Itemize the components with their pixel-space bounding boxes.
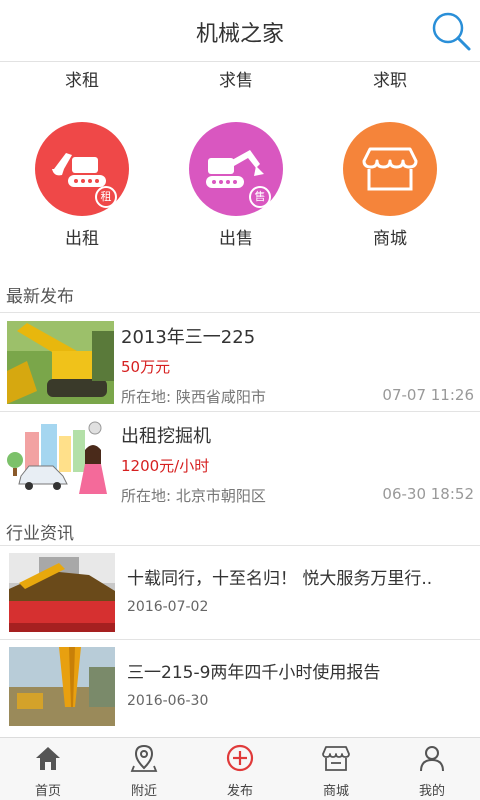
shop-icon: [362, 147, 418, 191]
category-shop[interactable]: 商城: [335, 122, 445, 249]
news-title: 十载同行，十至名归！ 悦大服务万里行..: [127, 569, 433, 589]
plus-circle-icon: [226, 744, 254, 772]
listing-thumbnail: [7, 321, 114, 404]
listing-title: 出租挖掘机: [121, 426, 211, 447]
category-sale-label: 出售: [219, 229, 253, 249]
news-item[interactable]: 十载同行，十至名归！ 悦大服务万里行.. 2016-07-02: [0, 546, 480, 636]
tab-publish[interactable]: 发布: [192, 738, 288, 800]
news-thumbnail: [9, 553, 115, 632]
quick-link-job-wanted[interactable]: 求职: [320, 66, 460, 91]
category-rent[interactable]: 租 出租: [27, 122, 137, 249]
news-item[interactable]: 三一215-9两年四千小时使用报告 2016-06-30: [0, 640, 480, 730]
listing-location: 所在地: 陕西省咸阳市: [121, 388, 266, 406]
news-date: 2016-07-02: [127, 599, 209, 615]
listing-time: 07-07 11:26: [382, 386, 474, 404]
listing-title: 2013年三一225: [121, 327, 256, 348]
excavator-icon: [52, 153, 106, 187]
news-thumbnail: [9, 647, 115, 726]
user-icon: [420, 746, 444, 772]
tab-publish-label: 发布: [226, 784, 253, 799]
listing-item[interactable]: 2013年三一225 50万元 所在地: 陕西省咸阳市 07-07 11:26: [0, 313, 480, 411]
category-rent-circle: 租: [35, 122, 129, 216]
quick-links: 求租 求售 求职: [0, 62, 480, 91]
tab-nearby[interactable]: 附近: [96, 738, 192, 800]
tab-nearby-label: 附近: [130, 784, 157, 799]
home-icon: [36, 747, 60, 770]
sale-badge: 售: [249, 186, 271, 208]
shop-icon: [322, 746, 350, 771]
page-title: 机械之家: [195, 22, 284, 47]
quick-link-rent-wanted[interactable]: 求租: [12, 66, 152, 91]
quick-link-buy-wanted[interactable]: 求售: [166, 66, 306, 91]
listing-item[interactable]: 出租挖掘机 1200元/小时 所在地: 北京市朝阳区 06-30 18:52: [0, 412, 480, 510]
rent-badge: 租: [95, 186, 117, 208]
location-pin-icon: [130, 744, 158, 772]
category-shop-circle: [343, 122, 437, 216]
listing-price: 1200元/小时: [121, 457, 210, 475]
category-sale[interactable]: 售 出售: [181, 122, 291, 249]
tab-mine[interactable]: 我的: [384, 738, 480, 800]
listing-location: 所在地: 北京市朝阳区: [121, 487, 266, 505]
latest-section-title: 最新发布: [6, 287, 74, 307]
listing-thumbnail: [7, 420, 114, 503]
listing-price: 50万元: [121, 358, 171, 376]
listing-time: 06-30 18:52: [382, 485, 474, 503]
tab-shop[interactable]: 商城: [288, 738, 384, 800]
search-button[interactable]: [428, 8, 474, 54]
tab-home-label: 首页: [34, 784, 61, 799]
category-rent-label: 出租: [65, 229, 99, 249]
tab-shop-label: 商城: [322, 784, 349, 799]
tab-home[interactable]: 首页: [0, 738, 96, 800]
news-title: 三一215-9两年四千小时使用报告: [127, 663, 381, 683]
news-date: 2016-06-30: [127, 693, 209, 709]
news-section-title: 行业资讯: [6, 524, 74, 544]
bottom-tab-bar: 首页 附近 发布 商城 我的: [0, 737, 480, 800]
search-icon: [432, 12, 471, 51]
app-header: 机械之家: [0, 0, 480, 62]
category-shop-label: 商城: [373, 229, 407, 249]
category-sale-circle: 售: [189, 122, 283, 216]
tab-mine-label: 我的: [418, 784, 445, 799]
